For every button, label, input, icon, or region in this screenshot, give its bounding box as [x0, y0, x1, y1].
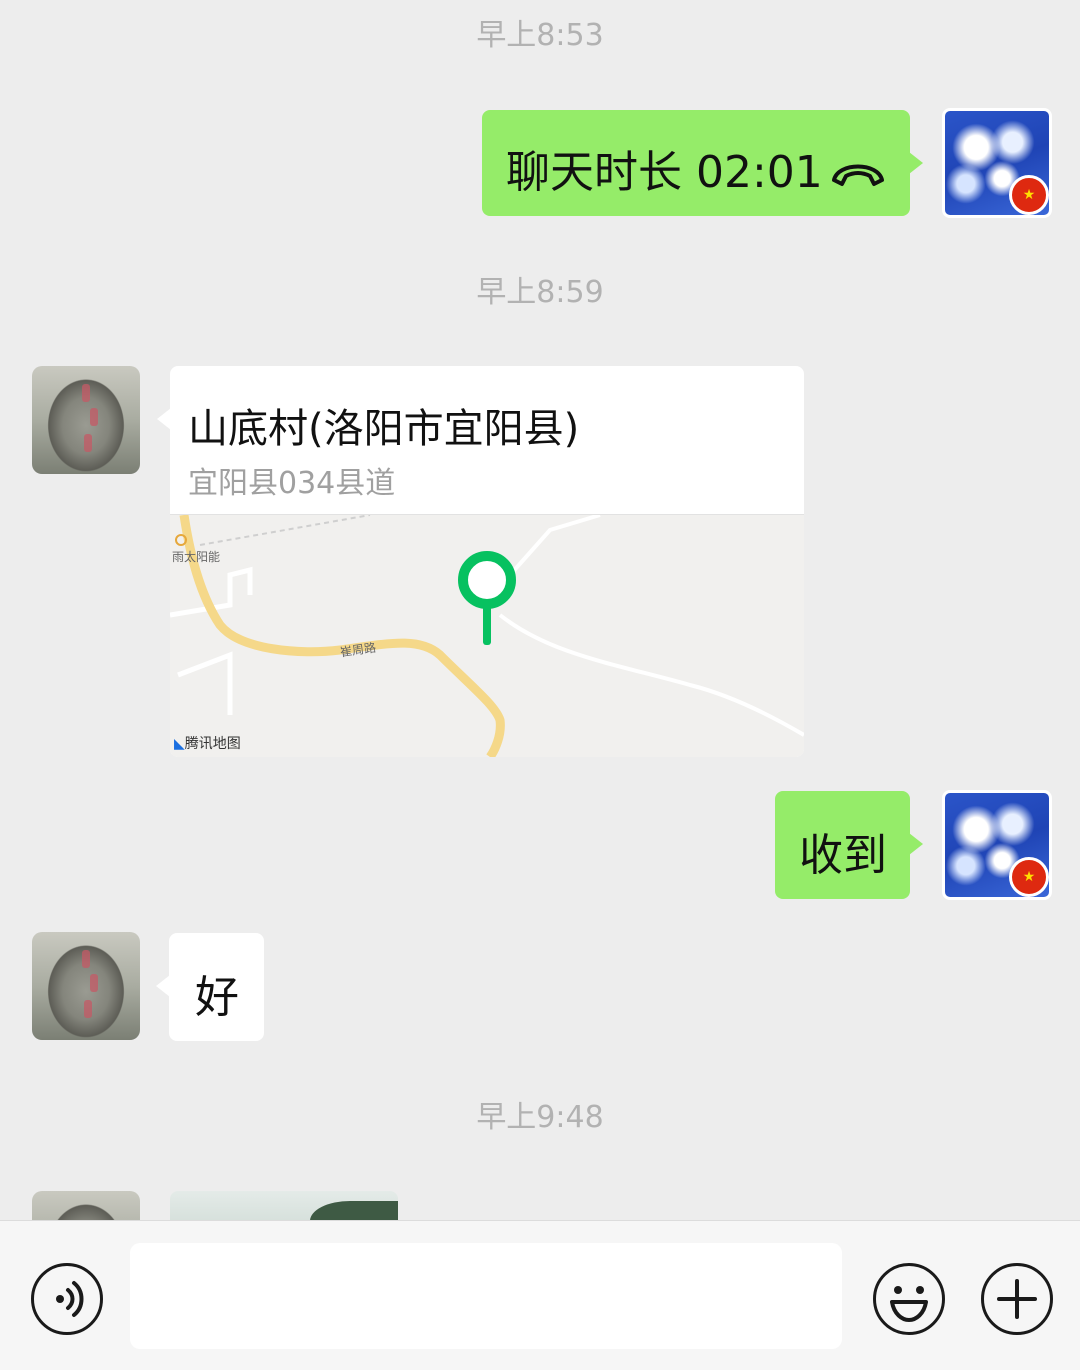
map-preview: 雨太阳能 崔周路 ◣腾讯地图: [170, 514, 804, 757]
message-text: 收到: [799, 830, 887, 881]
timestamp: 早上9:48: [476, 1100, 604, 1135]
map-poi-label: 雨太阳能: [172, 550, 221, 564]
contact-avatar[interactable]: [32, 366, 140, 474]
input-toolbar: [0, 1220, 1080, 1370]
message-text: 好: [195, 972, 239, 1023]
my-avatar[interactable]: ★: [942, 108, 1052, 218]
received-message-bubble[interactable]: 好: [156, 933, 264, 1041]
location-address: 宜阳县034县道: [188, 466, 396, 501]
plus-icon[interactable]: [981, 1263, 1053, 1335]
map-pin-icon: [458, 551, 516, 647]
my-avatar[interactable]: ★: [942, 790, 1052, 900]
sent-message-bubble[interactable]: 收到: [775, 791, 923, 899]
map-brand-text: 腾讯地图: [184, 736, 241, 752]
voice-icon[interactable]: [31, 1263, 103, 1335]
flag-badge-icon: ★: [1009, 857, 1049, 897]
location-card[interactable]: 山底村(洛阳市宜阳县) 宜阳县034县道 雨太阳能 崔周路 ◣腾讯地图: [157, 366, 804, 757]
flag-badge-icon: ★: [1009, 175, 1049, 215]
message-input[interactable]: [130, 1243, 842, 1349]
chat-area[interactable]: 早上8:53 聊天时长 02:01 ★ 早上8:59 山底村(洛阳市宜阳县) 宜…: [0, 0, 1080, 1220]
image-message-thumbnail[interactable]: [170, 1191, 398, 1220]
phone-hangup-icon: [830, 148, 886, 186]
timestamp: 早上8:53: [476, 18, 604, 53]
tencent-map-logo-icon: ◣: [174, 736, 185, 752]
contact-avatar[interactable]: [32, 932, 140, 1040]
call-record-bubble[interactable]: 聊天时长 02:01: [482, 110, 923, 216]
location-title: 山底村(洛阳市宜阳县): [188, 406, 580, 452]
emoji-icon[interactable]: [873, 1263, 945, 1335]
call-duration-text: 聊天时长 02:01: [506, 147, 823, 198]
timestamp: 早上8:59: [476, 275, 604, 310]
contact-avatar[interactable]: [32, 1191, 140, 1220]
map-brand-label: ◣腾讯地图: [174, 733, 241, 753]
